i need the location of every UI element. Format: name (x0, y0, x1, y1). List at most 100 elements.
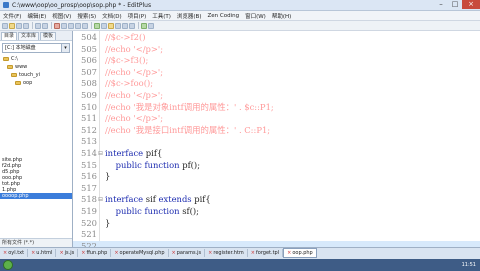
tree-item-touch-yi[interactable]: touch_yi (0, 71, 72, 79)
menu-item[interactable]: 工具(T) (149, 12, 174, 20)
word-wrap-icon[interactable] (115, 22, 121, 29)
menu-item[interactable]: 文件(F) (0, 12, 24, 20)
menu-item[interactable]: 视图(V) (49, 12, 74, 20)
menu-item[interactable]: 项目(P) (125, 12, 150, 20)
file-list: site.php f2d.php d5.php ooo.php tot.php 1.php… (0, 157, 72, 199)
code-line: 517 (73, 183, 480, 195)
code-keyword: interface (105, 194, 144, 205)
line-number: 520 (81, 217, 97, 228)
window-controls: – □ × (434, 0, 480, 10)
line-number-icon[interactable] (129, 22, 135, 29)
chevron-down-icon[interactable]: ▾ (61, 44, 69, 52)
code-comment: //echo '</p>'; (105, 66, 164, 77)
save-icon[interactable] (16, 22, 22, 29)
find-icon[interactable] (94, 22, 100, 29)
folder-icon (3, 57, 9, 61)
menu-item[interactable]: 编辑(E) (24, 12, 49, 20)
tab-directory[interactable]: 目录 (1, 32, 18, 40)
ruler-icon[interactable] (122, 22, 128, 29)
tree-item-oop[interactable]: oop (0, 79, 72, 87)
print-icon[interactable] (35, 22, 41, 29)
file-filter-select[interactable]: 所有文件 (*.*) (0, 238, 72, 247)
document-tab[interactable]: ×oyl.txt (0, 249, 29, 257)
close-tab-icon[interactable]: × (251, 250, 255, 256)
code-line: 515 public function pf(); (73, 160, 480, 172)
minimize-button[interactable]: – (434, 0, 448, 9)
settings-icon[interactable] (148, 22, 154, 29)
tree-item-label: C:\ (11, 56, 18, 62)
code-text: //echo '</p>'; (105, 90, 163, 102)
document-tab[interactable]: ×js.js (56, 249, 79, 257)
document-tab[interactable]: ×params.js (169, 249, 206, 257)
close-tab-icon[interactable]: × (3, 250, 7, 256)
copy-icon[interactable] (61, 22, 67, 29)
code-line: 511 //echo '</p>'; (73, 113, 480, 125)
document-tab-label: js.js (64, 250, 75, 256)
code-line: 506 //$c->f3(); (73, 55, 480, 67)
menu-item[interactable]: Zen Coding (204, 13, 242, 19)
save-all-icon[interactable] (23, 22, 29, 29)
code-comment: //echo '</p>'; (105, 113, 164, 124)
tree-item-root[interactable]: C:\ (0, 55, 72, 63)
menu-item[interactable]: 浏览器(B) (174, 12, 205, 20)
close-tab-icon[interactable]: × (208, 250, 212, 256)
document-tab[interactable]: ×oop.php (283, 248, 317, 258)
close-tab-icon[interactable]: × (81, 250, 85, 256)
code-token: sf(); (179, 206, 199, 216)
code-line: 514 ⊟ interface pif{ (73, 148, 480, 160)
fold-toggle-icon[interactable]: ⊟ (98, 151, 103, 157)
run-icon[interactable] (141, 22, 147, 29)
open-folder-icon[interactable] (9, 22, 15, 29)
menu-item[interactable]: 帮助(H) (269, 12, 294, 20)
replace-icon[interactable] (101, 22, 107, 29)
folder-tree: C:\ www touch_yi oop (0, 55, 72, 87)
window-title: C:\www\oop\oo_prosp\oop\sop.php * - Edit… (12, 1, 152, 9)
undo-icon[interactable] (75, 22, 81, 29)
maximize-button[interactable]: □ (448, 0, 462, 9)
paste-icon[interactable] (68, 22, 74, 29)
code-text: //$c->foo(); (105, 78, 153, 90)
code-token: pif{ (191, 194, 211, 205)
drive-select[interactable]: [C:] 本地磁盘 ▾ (2, 43, 70, 53)
code-comment: //$c->f3(); (105, 55, 149, 66)
document-tab[interactable]: ×register.htm (205, 249, 248, 257)
start-button[interactable] (3, 260, 13, 270)
file-list-item[interactable]: oooop.php (0, 193, 72, 199)
menu-item[interactable]: 文档(D) (99, 12, 125, 20)
code-line: 512 //echo '我是接口intf调用的属性：' . C::P1; (73, 125, 480, 137)
document-tab[interactable]: ×operateMysql.php (111, 249, 169, 257)
close-tab-icon[interactable]: × (287, 250, 291, 256)
close-tab-icon[interactable]: × (114, 250, 118, 256)
toolbar-divider (32, 22, 33, 29)
tree-item-www[interactable]: www (0, 63, 72, 71)
close-tab-icon[interactable]: × (59, 250, 63, 256)
close-button[interactable]: × (462, 0, 480, 9)
print-preview-icon[interactable] (42, 22, 48, 29)
menu-item[interactable]: 窗口(W) (242, 12, 269, 20)
code-comment: //echo '</p>'; (105, 90, 164, 100)
document-tab[interactable]: ×forget.tpl (248, 249, 284, 257)
menu-item[interactable]: 搜索(S) (74, 12, 99, 20)
browser-icon[interactable] (108, 22, 114, 29)
tab-cliptext[interactable]: 文本库 (18, 32, 40, 40)
cut-icon[interactable] (54, 22, 60, 29)
toolbar-divider (138, 22, 139, 29)
line-number: 510 (81, 101, 97, 112)
document-tab[interactable]: ×ffun.php (78, 249, 112, 257)
redo-icon[interactable] (82, 22, 88, 29)
fold-toggle-icon[interactable]: ⊟ (98, 197, 103, 203)
code-text: //echo '我是接口intf调用的属性：' . C::P1; (105, 125, 270, 137)
code-line: 513 (73, 136, 480, 148)
close-tab-icon[interactable]: × (172, 250, 176, 256)
document-tab[interactable]: ×u.html (28, 249, 57, 257)
code-editor[interactable]: 504 //$c->f2() 505 //echo '</p>'; 506 //$c->f… (73, 31, 480, 247)
line-number: 512 (81, 124, 97, 135)
tab-template[interactable]: 模板 (40, 32, 57, 40)
new-file-icon[interactable] (2, 22, 8, 29)
code-text: //echo '</p>'; (105, 44, 163, 56)
close-tab-icon[interactable]: × (31, 250, 35, 256)
folder-icon (7, 65, 13, 69)
code-keyword: public function (115, 206, 180, 216)
